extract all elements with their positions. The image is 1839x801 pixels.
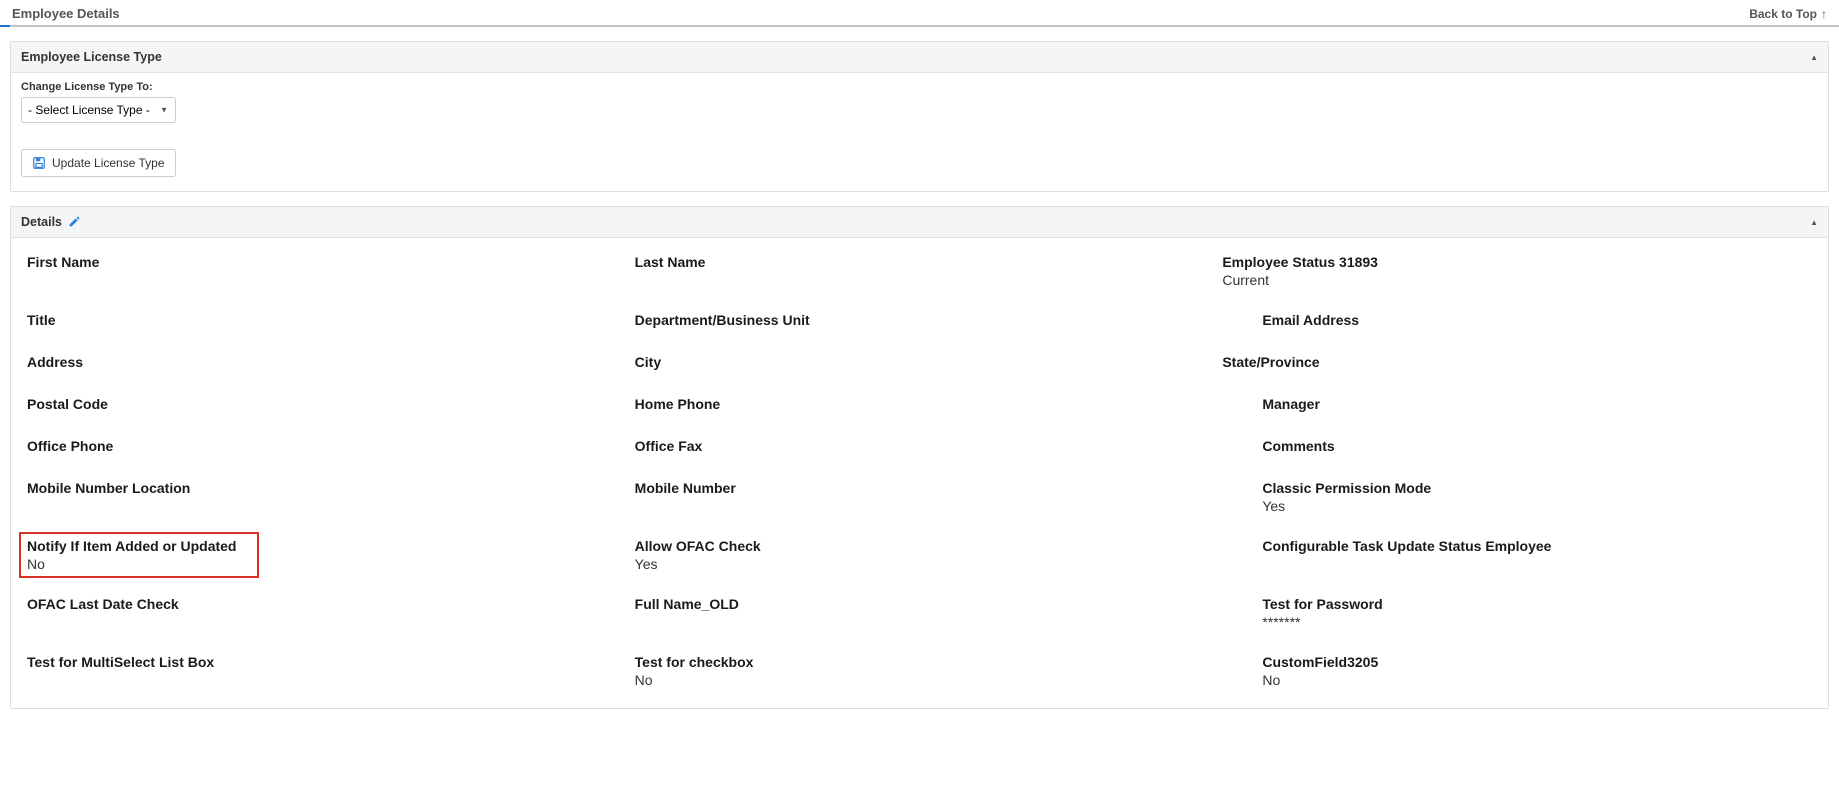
- classic-permission-label: Classic Permission Mode: [1262, 480, 1812, 496]
- back-to-top-label: Back to Top: [1749, 7, 1817, 21]
- pencil-icon[interactable]: [68, 215, 82, 229]
- field-ofac-last: OFAC Last Date Check: [27, 596, 617, 630]
- employee-status-label: Employee Status 31893: [1222, 254, 1812, 270]
- custom-3205-label: CustomField3205: [1262, 654, 1812, 670]
- field-test-password: Test for Password *******: [1222, 596, 1812, 630]
- back-to-top-link[interactable]: Back to Top ↑: [1749, 7, 1827, 21]
- highlight-box: Notify If Item Added or Updated No: [19, 532, 259, 578]
- manager-label: Manager: [1262, 396, 1812, 412]
- license-type-select[interactable]: - Select License Type -: [21, 97, 176, 123]
- office-phone-label: Office Phone: [27, 438, 617, 454]
- change-license-label: Change License Type To:: [21, 81, 1818, 93]
- allow-ofac-label: Allow OFAC Check: [635, 538, 1215, 554]
- field-full-name-old: Full Name_OLD: [625, 596, 1215, 630]
- details-panel-header[interactable]: Details ▲: [11, 207, 1828, 238]
- field-address: Address: [27, 354, 617, 372]
- test-password-label: Test for Password: [1262, 596, 1812, 612]
- update-license-type-button[interactable]: Update License Type: [21, 149, 176, 177]
- field-email: Email Address: [1222, 312, 1812, 330]
- notify-added-label: Notify If Item Added or Updated: [27, 538, 251, 554]
- field-custom-3205: CustomField3205 No: [1222, 654, 1812, 688]
- test-checkbox-value: No: [635, 672, 1215, 688]
- field-mobile-number: Mobile Number: [625, 480, 1215, 514]
- field-last-name: Last Name: [625, 254, 1215, 288]
- field-department: Department/Business Unit: [625, 312, 1215, 330]
- field-test-checkbox: Test for checkbox No: [625, 654, 1215, 688]
- details-panel-body: First Name Last Name Employee Status 318…: [11, 238, 1828, 708]
- save-icon: [32, 156, 46, 170]
- field-postal-code: Postal Code: [27, 396, 617, 414]
- mobile-number-label: Mobile Number: [635, 480, 1215, 496]
- city-label: City: [635, 354, 1215, 370]
- header-divider: [0, 25, 1839, 27]
- title-label: Title: [27, 312, 617, 328]
- collapse-icon[interactable]: ▲: [1810, 218, 1818, 227]
- license-type-panel-title: Employee License Type: [21, 50, 162, 64]
- postal-code-label: Postal Code: [27, 396, 617, 412]
- test-multiselect-label: Test for MultiSelect List Box: [27, 654, 617, 670]
- field-test-multiselect: Test for MultiSelect List Box: [27, 654, 617, 688]
- field-classic-permission: Classic Permission Mode Yes: [1222, 480, 1812, 514]
- field-office-phone: Office Phone: [27, 438, 617, 456]
- state-label: State/Province: [1222, 354, 1812, 370]
- ofac-last-label: OFAC Last Date Check: [27, 596, 617, 612]
- field-title: Title: [27, 312, 617, 330]
- field-mobile-location: Mobile Number Location: [27, 480, 617, 514]
- test-checkbox-label: Test for checkbox: [635, 654, 1215, 670]
- details-panel: Details ▲ First Name Last Name: [10, 206, 1829, 709]
- field-allow-ofac: Allow OFAC Check Yes: [625, 538, 1215, 572]
- arrow-up-icon: ↑: [1821, 7, 1827, 21]
- field-office-fax: Office Fax: [625, 438, 1215, 456]
- comments-label: Comments: [1262, 438, 1812, 454]
- field-manager: Manager: [1222, 396, 1812, 414]
- field-city: City: [625, 354, 1215, 372]
- configurable-task-label: Configurable Task Update Status Employee: [1262, 538, 1812, 554]
- license-type-panel: Employee License Type ▲ Change License T…: [10, 41, 1829, 192]
- page-header: Employee Details Back to Top ↑: [0, 0, 1839, 25]
- mobile-location-label: Mobile Number Location: [27, 480, 617, 496]
- home-phone-label: Home Phone: [635, 396, 1215, 412]
- field-employee-status: Employee Status 31893 Current: [1222, 254, 1812, 288]
- notify-added-value: No: [27, 556, 251, 572]
- address-label: Address: [27, 354, 617, 370]
- allow-ofac-value: Yes: [635, 556, 1215, 572]
- field-configurable-task: Configurable Task Update Status Employee: [1222, 538, 1812, 572]
- test-password-value: *******: [1262, 614, 1812, 630]
- license-type-panel-header[interactable]: Employee License Type ▲: [11, 42, 1828, 73]
- employee-status-value: Current: [1222, 272, 1812, 288]
- field-home-phone: Home Phone: [625, 396, 1215, 414]
- field-comments: Comments: [1222, 438, 1812, 456]
- update-license-type-label: Update License Type: [52, 156, 165, 170]
- classic-permission-value: Yes: [1262, 498, 1812, 514]
- full-name-old-label: Full Name_OLD: [635, 596, 1215, 612]
- first-name-label: First Name: [27, 254, 617, 270]
- email-label: Email Address: [1262, 312, 1812, 328]
- field-first-name: First Name: [27, 254, 617, 288]
- last-name-label: Last Name: [635, 254, 1215, 270]
- page-title: Employee Details: [12, 6, 120, 21]
- custom-3205-value: No: [1262, 672, 1812, 688]
- license-type-panel-body: Change License Type To: - Select License…: [11, 73, 1828, 191]
- office-fax-label: Office Fax: [635, 438, 1215, 454]
- collapse-icon[interactable]: ▲: [1810, 53, 1818, 62]
- field-state: State/Province: [1222, 354, 1812, 372]
- department-label: Department/Business Unit: [635, 312, 1215, 328]
- field-notify-added: Notify If Item Added or Updated No: [27, 538, 617, 572]
- details-panel-title: Details: [21, 215, 62, 229]
